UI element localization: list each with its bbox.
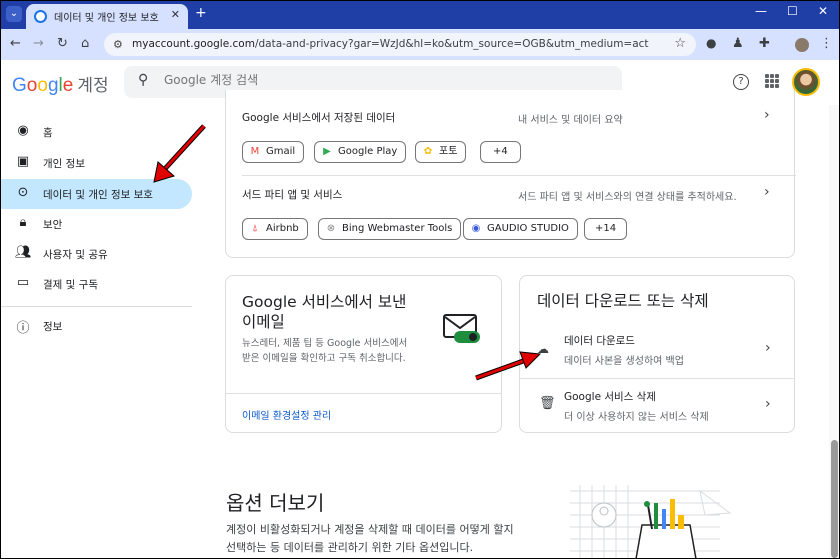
- card-body: 뉴스레터, 제품 팁 등 Google 서비스에서 받은 이메일을 확인하고 구…: [242, 338, 408, 364]
- tab-close-icon[interactable]: ✕: [171, 8, 180, 21]
- credit-card-icon: ▭: [16, 275, 30, 290]
- help-icon[interactable]: ?: [733, 74, 749, 90]
- sidebar-item-label: 사용자 및 공유: [43, 249, 108, 261]
- photos-pinwheel-icon: ✿: [423, 146, 433, 157]
- account-circle-icon: ◉: [17, 123, 29, 138]
- search-icon[interactable]: ⚲: [138, 72, 148, 88]
- sidebar-item-payments[interactable]: ▭ 결제 및 구독: [0, 269, 192, 299]
- site-info-icon[interactable]: ⚙: [113, 38, 123, 51]
- chevron-right-icon[interactable]: ›: [765, 396, 771, 412]
- bing-icon: ⊗: [326, 223, 336, 234]
- incognito-icon[interactable]: ♟: [732, 36, 744, 51]
- tab-title: 데이터 및 개인 정보 보호: [54, 13, 159, 24]
- cloud-download-icon: ☁: [537, 342, 549, 356]
- row-desc: 내 서비스 및 데이터 요약: [518, 115, 623, 126]
- browser-toolbar: ← → ↻ ⌂ ⚙ myaccount.google.com/data-and-…: [0, 29, 840, 60]
- row-title: 데이터 다운로드: [564, 335, 635, 347]
- sidebar-item-label: 개인 정보: [43, 158, 85, 170]
- gaudio-icon: ◉: [471, 223, 481, 234]
- toggle-icon: ⊙: [17, 185, 29, 200]
- google-favicon-icon: [34, 10, 47, 23]
- chip-more[interactable]: +14: [584, 218, 628, 240]
- card-title: Google 서비스에서 보낸 이메일: [242, 293, 407, 331]
- browser-tab-bar: ⌄ 데이터 및 개인 정보 보호 ✕ + — ☐ ✕: [0, 0, 840, 29]
- bookmark-star-icon[interactable]: ☆: [674, 36, 686, 51]
- row-desc: 서드 파티 앱 및 서비스와의 연결 상태를 추적하세요.: [518, 192, 737, 203]
- sidebar-item-data-privacy[interactable]: ⊙ 데이터 및 개인 정보 보호: [0, 179, 192, 209]
- reload-icon[interactable]: ↻: [57, 36, 68, 51]
- minimize-button[interactable]: —: [755, 4, 767, 18]
- apps-grid-icon[interactable]: [765, 74, 779, 88]
- gmail-icon: M: [250, 146, 260, 157]
- data-services-card: Google 서비스에서 저장된 데이터 내 서비스 및 데이터 요약 › MG…: [225, 90, 796, 258]
- url-text: myaccount.google.com/data-and-privacy?ga…: [132, 38, 649, 50]
- extension-circle-icon[interactable]: ●: [706, 36, 716, 50]
- row-divider: [242, 175, 796, 176]
- browser-tab[interactable]: 데이터 및 개인 정보 보호 ✕: [26, 4, 188, 29]
- maximize-button[interactable]: ☐: [787, 4, 798, 18]
- card-divider: [226, 393, 501, 394]
- chevron-right-icon[interactable]: ›: [765, 340, 771, 356]
- back-icon[interactable]: ←: [10, 36, 21, 51]
- chip-google-play[interactable]: ▶ Google Play: [314, 141, 407, 163]
- download-data-row[interactable]: ☁ 데이터 다운로드 데이터 사본을 생성하여 백업 ›: [520, 324, 794, 376]
- row-title: 서드 파티 앱 및 서비스: [242, 189, 343, 201]
- download-delete-card: 데이터 다운로드 또는 삭제 ☁ 데이터 다운로드 데이터 사본을 생성하여 백…: [519, 275, 795, 433]
- id-card-icon: ▣: [16, 154, 30, 169]
- chip-gmail[interactable]: M Gmail: [242, 141, 305, 163]
- row-title: Google 서비스에서 저장된 데이터: [242, 112, 396, 124]
- sidebar-item-home[interactable]: ◉ 홈: [0, 117, 192, 147]
- sidebar-item-about[interactable]: ⓘ 정보: [0, 311, 192, 341]
- card-title: 데이터 다운로드 또는 삭제: [537, 292, 709, 310]
- info-icon: ⓘ: [16, 321, 30, 336]
- browser-menu-icon[interactable]: ⋮: [820, 36, 833, 51]
- chip-gaudio-studio[interactable]: ◉ GAUDIO STUDIO: [463, 218, 578, 240]
- page-scrollbar[interactable]: [829, 105, 840, 559]
- google-play-icon: ▶: [323, 146, 331, 157]
- close-window-button[interactable]: ✕: [818, 4, 828, 18]
- chip-airbnb[interactable]: ⍋ Airbnb: [242, 218, 308, 240]
- extensions-puzzle-icon[interactable]: ✚: [759, 36, 770, 51]
- trash-icon: 🗑︎: [539, 396, 556, 411]
- google-account-logo[interactable]: Google 계정: [12, 71, 109, 97]
- forward-icon[interactable]: →: [33, 36, 44, 51]
- sidebar-divider: [0, 306, 192, 307]
- chevron-right-icon[interactable]: ›: [764, 107, 770, 123]
- email-card: Google 서비스에서 보낸 이메일 뉴스레터, 제품 팁 등 Google …: [225, 275, 502, 433]
- tab-search-button[interactable]: ⌄: [6, 6, 22, 22]
- chip-bing-webmaster[interactable]: ⊗ Bing Webmaster Tools: [318, 218, 462, 240]
- sidebar-item-people-sharing[interactable]: 👥︎ 사용자 및 공유: [0, 239, 192, 269]
- people-icon: 👥︎: [15, 245, 32, 260]
- sidebar-item-personal-info[interactable]: ▣ 개인 정보: [0, 148, 192, 178]
- envelope-toggle-icon: [442, 312, 482, 346]
- chip-more[interactable]: +4: [480, 141, 521, 163]
- airbnb-icon: ⍋: [252, 223, 258, 234]
- row-title: Google 서비스 삭제: [564, 391, 657, 403]
- profile-icon[interactable]: [795, 38, 809, 52]
- row-divider: [520, 378, 794, 379]
- more-options-illustration: [570, 485, 745, 559]
- scrollbar-thumb[interactable]: [831, 440, 838, 558]
- avatar[interactable]: [792, 68, 820, 96]
- new-tab-button[interactable]: +: [195, 5, 207, 21]
- sidebar-item-label: 정보: [43, 321, 63, 333]
- sidebar: ◉ 홈 ▣ 개인 정보 ⊙ 데이터 및 개인 정보 보호 🔒︎ 보안 👥︎ 사용…: [0, 105, 200, 559]
- sidebar-item-label: 홈: [43, 127, 53, 139]
- chevron-right-icon[interactable]: ›: [764, 184, 770, 200]
- chip-photos[interactable]: ✿ 포토: [415, 141, 467, 163]
- more-options-desc: 계정이 비활성화되거나 계정을 삭제할 때 데이터를 어떻게 할지 선택하는 등…: [226, 523, 514, 554]
- sidebar-item-label: 결제 및 구독: [43, 279, 98, 291]
- row-desc: 더 이상 사용하지 않는 서비스 삭제: [564, 412, 709, 423]
- home-icon[interactable]: ⌂: [81, 36, 89, 51]
- row-desc: 데이터 사본을 생성하여 백업: [564, 356, 684, 367]
- sidebar-item-label: 보안: [43, 219, 63, 231]
- sidebar-item-label: 데이터 및 개인 정보 보호: [43, 189, 153, 201]
- address-bar[interactable]: ⚙ myaccount.google.com/data-and-privacy?…: [104, 33, 696, 56]
- sidebar-item-security[interactable]: 🔒︎ 보안: [0, 209, 192, 239]
- search-input[interactable]: [164, 73, 604, 87]
- more-options-title: 옵션 더보기: [226, 491, 325, 515]
- email-preferences-link[interactable]: 이메일 환경설정 관리: [242, 407, 331, 422]
- lock-icon: 🔒︎: [19, 215, 27, 230]
- delete-service-row[interactable]: 🗑︎ Google 서비스 삭제 더 이상 사용하지 않는 서비스 삭제 ›: [520, 380, 794, 432]
